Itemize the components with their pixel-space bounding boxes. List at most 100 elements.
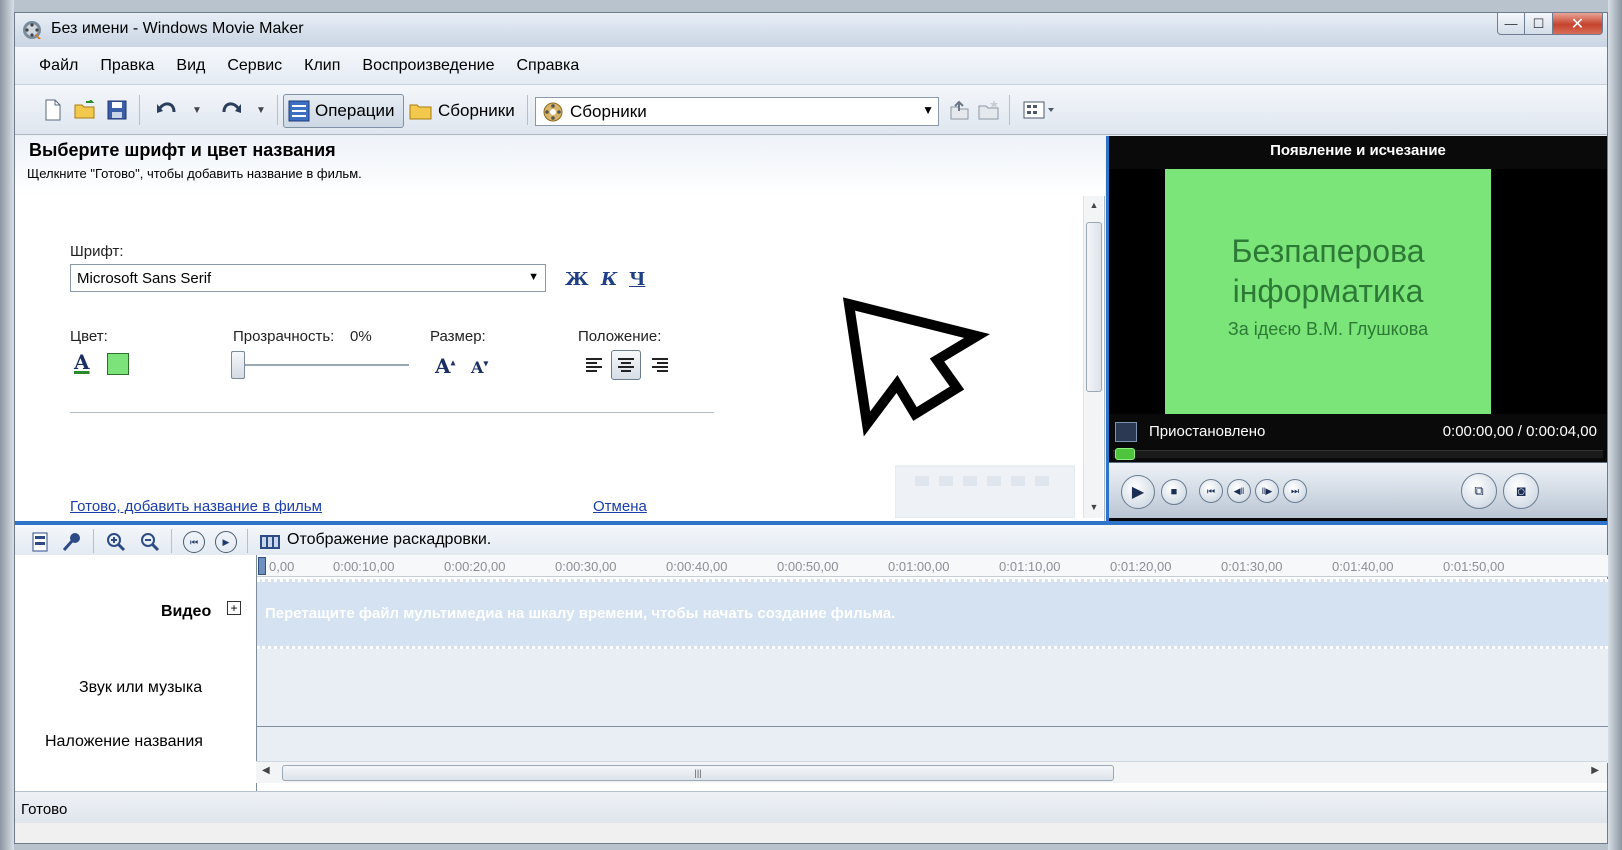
tasks-label: Операции [315,101,395,120]
tasks-button[interactable]: Операции [283,94,404,128]
step-forward-icon[interactable]: ‖▶ [1255,479,1279,503]
seek-bar-knob[interactable] [1115,448,1135,460]
pane-vertical-scrollbar[interactable]: ▲ ▼ [1083,196,1103,518]
menu-file[interactable]: Файл [39,57,78,75]
status-text: Готово [21,801,68,818]
minimize-button[interactable]: — [1497,13,1525,35]
done-add-title-link[interactable]: Готово, добавить название в фильм [70,498,322,515]
decrease-size-button[interactable]: A▾ [471,358,488,377]
align-right-icon [652,358,668,372]
playhead-marker[interactable] [258,557,266,575]
position-label: Положение: [578,328,662,345]
zoom-in-icon[interactable] [105,531,127,553]
toolbar-separator [93,529,94,553]
redo-icon[interactable] [219,98,243,122]
underline-button[interactable]: Ч [629,269,645,290]
transparency-label: Прозрачность: [233,328,335,345]
close-button[interactable]: ✕ [1553,13,1603,35]
new-file-icon[interactable] [41,98,65,122]
scroll-left-arrow-icon[interactable]: ◀ [262,765,270,776]
cancel-link[interactable]: Отмена [593,498,647,515]
ruler-tick: 0:01:30,00 [1221,559,1283,574]
play-button[interactable]: ▶ [1121,475,1155,509]
background-color-button[interactable] [107,353,129,375]
bold-button[interactable]: Ж [565,269,589,290]
font-label: Шрифт: [70,243,124,260]
ruler-tick: 0:00:40,00 [666,559,728,574]
text-color-button[interactable]: A [74,350,90,374]
collections-dropdown-value: Сборники [570,101,647,121]
preview-monitor: Появление и исчезание Безпаперова інформ… [1106,136,1607,521]
up-one-level-icon[interactable] [947,98,971,122]
menu-clip[interactable]: Клип [304,57,340,75]
undo-dropdown-icon[interactable]: ▼ [185,98,209,122]
italic-button[interactable]: К [601,269,617,290]
menu-play[interactable]: Воспроизведение [362,57,494,75]
timeline: Видео + Звук или музыка Наложение назван… [15,555,1608,791]
scroll-up-arrow-icon[interactable]: ▲ [1084,200,1104,210]
filmstrip-icon[interactable] [259,531,281,553]
menu-help[interactable]: Справка [516,57,579,75]
audio-track-label: Звук или музыка [79,679,203,696]
ruler-tick: 0,00 [269,559,295,574]
preview-text-line3: За ідеєю В.М. Глушкова [1227,319,1429,339]
font-select[interactable]: Microsoft Sans Serif ▼ [70,264,546,292]
collections-dropdown[interactable]: Сборники ▼ [535,97,939,126]
menu-edit[interactable]: Правка [100,57,154,75]
timeline-horizontal-scrollbar[interactable]: ◀ ||| ▶ [256,761,1607,783]
menu-view[interactable]: Вид [176,57,205,75]
menu-tools[interactable]: Сервис [227,57,282,75]
film-reel-icon [543,102,563,121]
save-icon[interactable] [105,98,129,122]
collections-folder-icon [409,104,432,120]
ruler-tick: 0:00:10,00 [333,559,395,574]
scroll-down-arrow-icon[interactable]: ▼ [1084,502,1104,512]
maximize-button[interactable]: ☐ [1525,13,1553,35]
pane-header: Выберите шрифт и цвет названия Щелкните … [15,136,1105,196]
scrollbar-thumb[interactable]: ||| [282,765,1114,781]
window-controls: — ☐ ✕ [1497,13,1603,37]
split-clip-icon[interactable]: ⧉ [1461,473,1497,509]
increase-size-button[interactable]: A▴ [435,354,456,378]
title-overlay-track[interactable] [257,727,1608,763]
rewind-timeline-icon[interactable]: ⏮ [183,531,205,553]
play-timeline-icon[interactable]: ▶ [215,531,237,553]
timeline-tracks-area[interactable]: 0,00 0:00:10,00 0:00:20,00 0:00:30,00 0:… [256,555,1608,791]
seek-bar[interactable] [1113,448,1603,460]
transparency-slider-thumb[interactable] [231,351,245,379]
zoom-out-icon[interactable] [139,531,161,553]
previous-frame-icon[interactable]: ⏮ [1199,479,1223,503]
video-track-hint: Перетащите файл мультимедиа на шкалу вре… [265,605,896,622]
fullscreen-icon[interactable] [1115,422,1137,442]
stop-button[interactable]: ■ [1161,479,1187,505]
undo-icon[interactable] [155,98,179,122]
narration-microphone-icon[interactable] [61,531,83,553]
redo-dropdown-icon[interactable]: ▼ [249,98,273,122]
scrollbar-thumb[interactable] [1086,222,1102,392]
expand-video-track-icon[interactable]: + [227,601,241,615]
mouse-pointer-icon [842,297,990,437]
align-center-button[interactable] [611,350,641,380]
collections-button[interactable]: Сборники [409,94,515,128]
align-right-button[interactable] [645,350,675,380]
background-strip [0,0,1622,12]
storyboard-icon[interactable] [29,531,51,553]
video-track[interactable]: Перетащите файл мультимедиа на шкалу вре… [257,579,1608,649]
align-left-button[interactable] [579,350,609,380]
status-bar: Готово [15,791,1607,823]
open-folder-icon[interactable] [73,98,97,122]
preview-status-bar: Приостановлено 0:00:00,00 / 0:00:04,00 [1109,418,1607,448]
audio-track[interactable] [257,649,1608,727]
scroll-right-arrow-icon[interactable]: ▶ [1591,765,1599,776]
views-icon[interactable] [1021,98,1061,122]
new-collection-folder-icon[interactable] [977,98,1001,122]
step-back-icon[interactable]: ◀‖ [1227,479,1251,503]
transparency-value: 0% [350,328,372,345]
show-storyboard-label[interactable]: Отображение раскадровки. [287,531,491,549]
snapshot-camera-icon[interactable]: ◙ [1503,473,1539,509]
divider [70,412,714,413]
transparency-slider-track[interactable] [233,364,409,366]
time-ruler: 0,00 0:00:10,00 0:00:20,00 0:00:30,00 0:… [257,555,1608,577]
next-frame-icon[interactable]: ⏭ [1283,479,1307,503]
ruler-tick: 0:00:30,00 [555,559,617,574]
